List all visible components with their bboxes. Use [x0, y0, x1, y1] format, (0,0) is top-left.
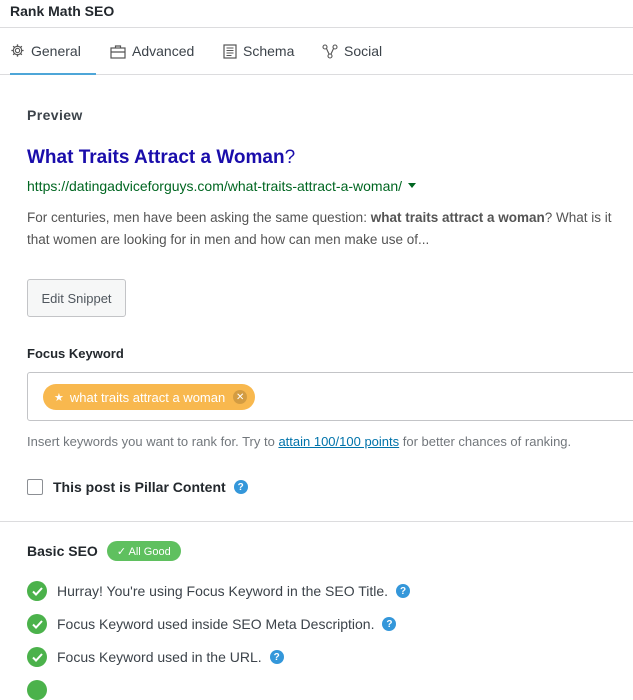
- check-item-text: Focus Keyword used in the URL.: [57, 649, 262, 665]
- keyword-tag[interactable]: ★ what traits attract a woman ✕: [43, 384, 256, 410]
- tab-general[interactable]: General: [10, 28, 96, 75]
- focus-keyword-input[interactable]: ★ what traits attract a woman ✕: [27, 372, 633, 421]
- preview-heading: Preview: [27, 107, 83, 123]
- preview-title-text: What Traits Attract a Woman: [27, 147, 285, 168]
- desc-bold: what traits attract a woman: [370, 210, 545, 225]
- check-item: Hurray! You're using Focus Keyword in th…: [27, 581, 411, 601]
- pillar-content-checkbox[interactable]: [27, 479, 43, 495]
- focus-keyword-label: Focus Keyword: [27, 346, 124, 361]
- basic-seo-label: Basic SEO: [27, 543, 98, 559]
- check-item-text: Hurray! You're using Focus Keyword in th…: [57, 583, 389, 599]
- help-icon[interactable]: ?: [269, 650, 284, 664]
- tab-social-label: Social: [344, 43, 383, 59]
- status-badge: ✓ All Good: [106, 541, 181, 561]
- panel-title: Rank Math SEO: [10, 3, 115, 19]
- check-icon: [27, 680, 47, 700]
- edit-snippet-button[interactable]: Edit Snippet: [27, 279, 126, 317]
- check-icon: [27, 614, 47, 634]
- check-item-text: Focus Keyword used inside SEO Meta Descr…: [57, 616, 375, 632]
- tab-general-label: General: [31, 42, 81, 59]
- check-item: Focus Keyword used inside SEO Meta Descr…: [27, 614, 397, 634]
- basic-seo-header[interactable]: Basic SEO ✓ All Good: [27, 541, 181, 561]
- gear-icon: [11, 44, 24, 57]
- check-item: Focus Keyword used in the URL. ?: [27, 647, 284, 667]
- keyword-tag-text: what traits attract a woman: [69, 389, 226, 405]
- hint-post: for better chances of ranking.: [399, 434, 572, 449]
- preview-title[interactable]: What Traits Attract a Woman?: [27, 147, 295, 169]
- tab-schema-label: Schema: [243, 43, 295, 59]
- preview-url: https://datingadviceforguys.com/what-tra…: [27, 178, 417, 194]
- help-icon[interactable]: ?: [396, 584, 411, 598]
- tab-advanced[interactable]: Advanced: [110, 28, 194, 74]
- desc-pre: For centuries, men have been asking the …: [27, 210, 371, 225]
- pillar-content-row: This post is Pillar Content ?: [27, 479, 248, 495]
- tab-bar: General Advanced Schema Social: [0, 28, 633, 75]
- caret-down-icon: [408, 183, 417, 188]
- briefcase-icon: [110, 44, 126, 59]
- focus-keyword-hint: Insert keywords you want to rank for. Tr…: [27, 434, 571, 449]
- attain-points-link[interactable]: attain 100/100 points: [278, 434, 399, 449]
- preview-title-suffix: ?: [284, 147, 296, 168]
- check-icon: [27, 647, 47, 667]
- tab-advanced-label: Advanced: [132, 43, 195, 59]
- star-icon: ★: [54, 391, 64, 404]
- pillar-content-label[interactable]: This post is Pillar Content: [53, 479, 226, 495]
- hint-pre: Insert keywords you want to rank for. Tr…: [27, 434, 279, 449]
- preview-description: For centuries, men have been asking the …: [27, 207, 627, 251]
- help-icon[interactable]: ?: [233, 480, 248, 494]
- preview-url-text: https://datingadviceforguys.com/what-tra…: [27, 178, 403, 194]
- divider: [0, 521, 633, 522]
- share-icon: [322, 43, 338, 59]
- tab-schema[interactable]: Schema: [223, 28, 294, 74]
- tab-social[interactable]: Social: [322, 28, 382, 74]
- check-icon: [27, 581, 47, 601]
- remove-keyword-icon[interactable]: ✕: [233, 390, 248, 404]
- help-icon[interactable]: ?: [382, 617, 397, 631]
- panel-header: Rank Math SEO: [0, 0, 633, 28]
- check-item-partial: [27, 680, 57, 700]
- schema-icon: [223, 43, 237, 59]
